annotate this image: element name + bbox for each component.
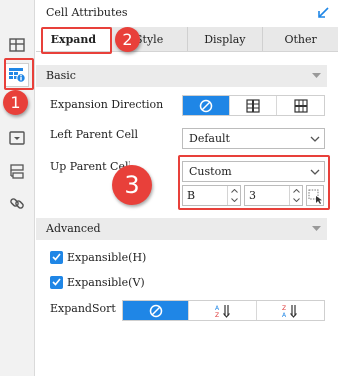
step-badge-2: 2 bbox=[115, 27, 140, 52]
svg-text:A: A bbox=[215, 305, 220, 312]
expansion-direction-selector bbox=[182, 95, 325, 116]
checkbox-checked-icon[interactable] bbox=[50, 275, 63, 289]
collapse-icon bbox=[312, 226, 321, 231]
chevron-up-icon[interactable] bbox=[290, 186, 302, 195]
condition-attributes-icon bbox=[10, 164, 24, 179]
vertical-expand-icon bbox=[246, 98, 260, 113]
up-parent-column-value: B bbox=[187, 189, 196, 202]
svg-text:Z: Z bbox=[215, 312, 219, 318]
svg-text:Z: Z bbox=[282, 305, 286, 312]
expansion-direction-label: Expansion Direction bbox=[50, 98, 164, 111]
sidebar-hyperlink-button[interactable] bbox=[5, 191, 29, 215]
sidebar-cell-layout-button[interactable] bbox=[5, 33, 29, 57]
expansible-h-checkbox[interactable]: Expansible(H) bbox=[50, 249, 146, 265]
cell-layout-icon bbox=[9, 38, 25, 52]
cell-select-icon bbox=[308, 189, 322, 204]
horizontal-expand-icon bbox=[293, 98, 308, 113]
expansible-v-checkbox[interactable]: Expansible(V) bbox=[50, 274, 145, 290]
expansion-horizontal-button[interactable] bbox=[277, 96, 324, 115]
expansion-vertical-button[interactable] bbox=[230, 96, 277, 115]
basic-section-header[interactable]: Basic bbox=[36, 65, 327, 87]
cell-attributes-icon bbox=[9, 68, 26, 83]
left-parent-cell-select[interactable]: Default bbox=[182, 128, 325, 149]
widget-icon bbox=[9, 131, 25, 145]
tab-display[interactable]: Display bbox=[188, 27, 264, 51]
expansible-h-label: Expansible(H) bbox=[67, 250, 147, 264]
stepper-arrows[interactable] bbox=[289, 186, 302, 205]
sidebar-widget-button[interactable] bbox=[5, 126, 29, 150]
chevron-up-icon[interactable] bbox=[228, 186, 240, 195]
cell-picker-button[interactable] bbox=[306, 185, 324, 206]
chevron-down-icon bbox=[306, 129, 324, 148]
sidebar-cell-attributes-button[interactable] bbox=[5, 63, 29, 87]
chevron-down-icon[interactable] bbox=[290, 195, 302, 204]
none-icon bbox=[149, 304, 162, 317]
attribute-tabs: Expand Style Display Other bbox=[36, 27, 338, 52]
chevron-down-icon[interactable] bbox=[228, 195, 240, 204]
basic-section-title: Basic bbox=[46, 69, 76, 82]
up-parent-row-stepper[interactable]: 3 bbox=[244, 185, 303, 206]
svg-text:A: A bbox=[282, 312, 287, 318]
up-parent-cell-value: Custom bbox=[189, 165, 232, 178]
sidebar-condition-button[interactable] bbox=[5, 160, 29, 184]
left-parent-cell-value: Default bbox=[189, 132, 230, 145]
collapse-icon bbox=[312, 73, 321, 78]
sort-ascending-button[interactable]: A Z bbox=[189, 301, 257, 320]
checkbox-checked-icon[interactable] bbox=[50, 250, 63, 264]
expansion-none-button[interactable] bbox=[183, 96, 230, 115]
advanced-section-header[interactable]: Advanced bbox=[36, 218, 327, 240]
expand-panel-icon[interactable] bbox=[316, 6, 330, 20]
tab-other[interactable]: Other bbox=[263, 27, 338, 51]
sort-ascending-icon: A Z bbox=[215, 304, 230, 318]
sort-descending-button[interactable]: Z A bbox=[257, 301, 324, 320]
expand-sort-selector: A Z Z A bbox=[122, 300, 325, 321]
up-parent-row-value: 3 bbox=[249, 189, 256, 202]
stepper-arrows[interactable] bbox=[227, 186, 240, 205]
up-parent-column-stepper[interactable]: B bbox=[182, 185, 241, 206]
sort-none-button[interactable] bbox=[123, 301, 190, 320]
expand-sort-label: ExpandSort bbox=[50, 302, 116, 315]
step-badge-3: 3 bbox=[112, 165, 152, 205]
sort-descending-icon: Z A bbox=[282, 304, 298, 318]
expansible-v-label: Expansible(V) bbox=[67, 275, 145, 289]
tab-expand[interactable]: Expand bbox=[36, 27, 112, 51]
link-icon bbox=[10, 198, 24, 209]
panel-titlebar: Cell Attributes bbox=[36, 0, 338, 27]
step-badge-1: 1 bbox=[3, 90, 28, 115]
none-icon bbox=[199, 99, 213, 112]
chevron-down-icon bbox=[306, 162, 324, 181]
advanced-section-title: Advanced bbox=[46, 222, 101, 235]
sidebar bbox=[0, 0, 35, 376]
panel-title: Cell Attributes bbox=[46, 6, 128, 19]
left-parent-cell-label: Left Parent Cell bbox=[50, 128, 138, 141]
cell-attributes-panel: Cell Attributes Expand Style Display Oth… bbox=[36, 0, 338, 376]
up-parent-cell-select[interactable]: Custom bbox=[182, 161, 325, 182]
